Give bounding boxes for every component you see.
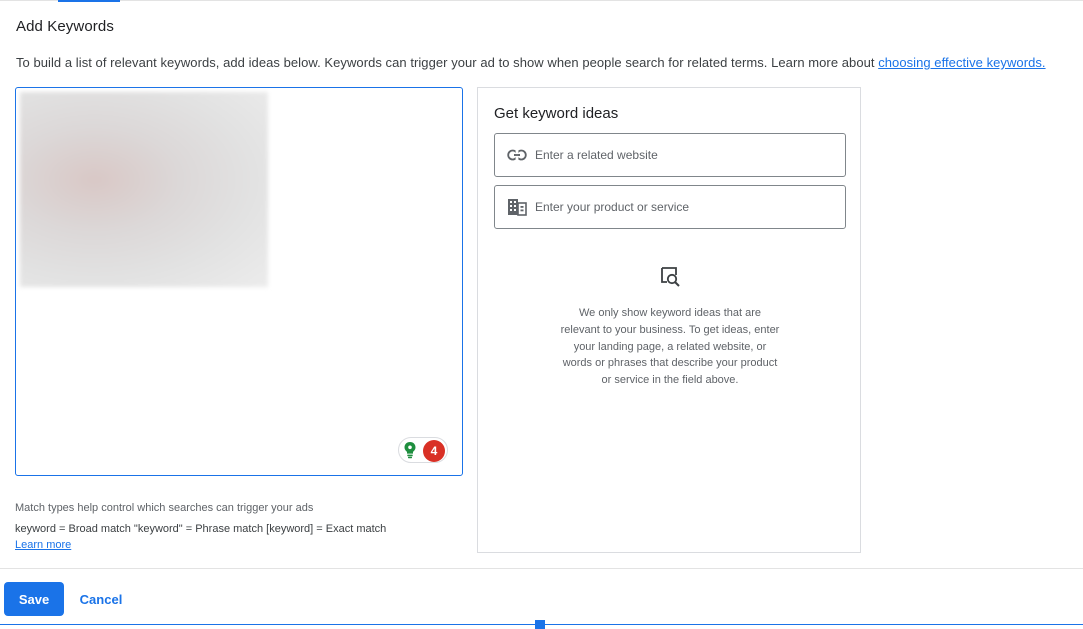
lightbulb-icon [403,441,417,459]
keyword-editor[interactable]: 4 [15,87,463,476]
keyword-ideas-panel: Get keyword ideas Enter a related websit… [477,87,861,553]
learn-more-link[interactable]: Learn more [15,539,71,551]
keyword-assist-chip[interactable]: 4 [398,437,448,463]
choosing-effective-keywords-link[interactable]: choosing effective keywords. [878,55,1045,70]
intro-body: To build a list of relevant keywords, ad… [16,55,879,70]
ideas-title: Get keyword ideas [494,105,619,122]
product-service-field[interactable] [494,185,846,229]
intro-text: To build a list of relevant keywords, ad… [16,55,1046,70]
footer-divider [0,568,1083,569]
match-types-help: Match types help control which searches … [15,502,314,514]
keyword-textarea[interactable] [16,88,462,475]
suggestion-count-badge: 4 [423,440,445,462]
building-icon [507,197,527,217]
resize-handle[interactable] [535,620,545,629]
product-service-input[interactable] [535,200,835,214]
match-types-legend: keyword = Broad match "keyword" = Phrase… [15,523,387,535]
link-icon [507,145,527,165]
related-website-input[interactable] [535,148,835,162]
related-website-field[interactable] [494,133,846,177]
save-button[interactable]: Save [4,582,64,616]
add-keywords-page: Add Keywords To build a list of relevant… [0,0,1083,629]
top-divider [0,0,1083,1]
section-title: Add Keywords [16,18,114,35]
cancel-button[interactable]: Cancel [70,582,132,616]
active-tab-indicator [58,0,120,2]
search-document-icon [659,266,681,288]
ideas-empty-note: We only show keyword ideas that are rele… [560,307,780,387]
